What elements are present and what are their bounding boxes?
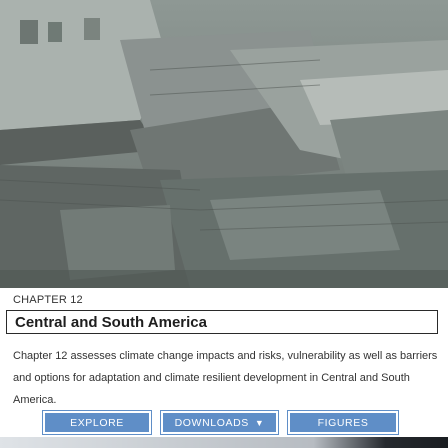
explore-button[interactable]: EXPLORE bbox=[42, 410, 152, 435]
chapter-title-box: Central and South America bbox=[6, 310, 438, 334]
figures-button-label: FIGURES bbox=[317, 416, 369, 429]
hero-image bbox=[0, 0, 448, 288]
action-buttons: EXPLORE DOWNLOADS ▼ FIGURES bbox=[42, 410, 435, 435]
chevron-down-icon: ▼ bbox=[254, 417, 265, 428]
chapter-title: Central and South America bbox=[15, 313, 207, 331]
rooftops-illustration bbox=[0, 0, 448, 288]
downloads-button-label: DOWNLOADS bbox=[174, 416, 249, 429]
chapter-label: CHAPTER 12 bbox=[13, 294, 83, 306]
bottom-image-strip bbox=[0, 437, 448, 448]
chapter-summary: Chapter 12 assesses climate change impac… bbox=[13, 350, 438, 406]
downloads-button[interactable]: DOWNLOADS ▼ bbox=[160, 410, 279, 435]
explore-button-label: EXPLORE bbox=[70, 416, 124, 429]
figures-button[interactable]: FIGURES bbox=[287, 410, 399, 435]
